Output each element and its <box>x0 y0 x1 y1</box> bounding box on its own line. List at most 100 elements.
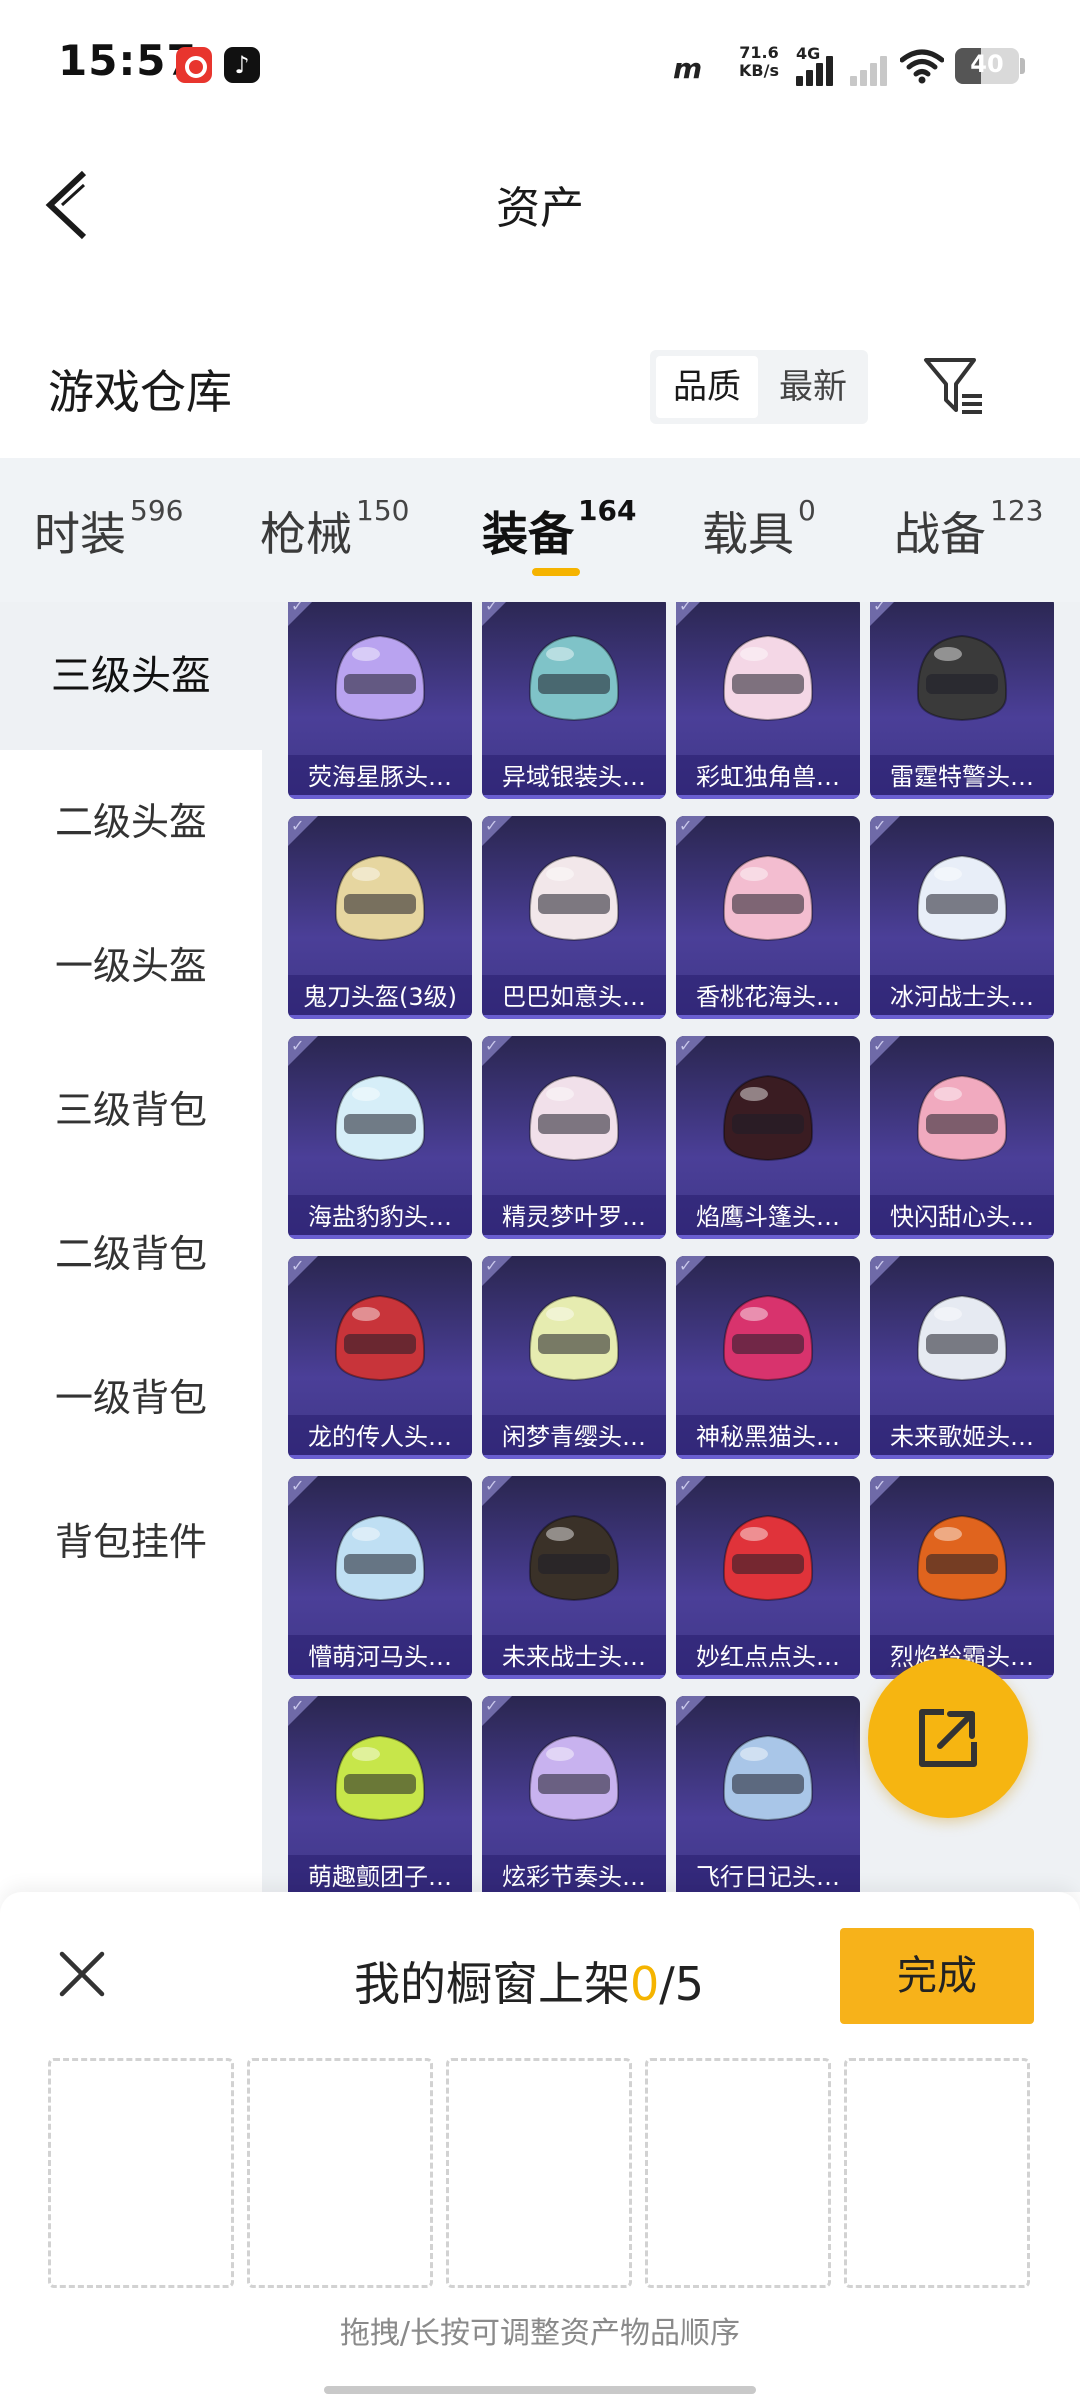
item-rarity-bar <box>288 1675 472 1679</box>
item-card[interactable]: ✓ 鬼刀头盔(3级) <box>288 816 472 1019</box>
tab-count: 0 <box>798 494 816 527</box>
showcase-slot[interactable] <box>645 2058 831 2288</box>
checkmark-icon[interactable]: ✓ <box>485 602 498 615</box>
close-icon[interactable] <box>56 1948 108 2000</box>
item-name: 香桃花海头… <box>676 975 860 1019</box>
checkmark-icon[interactable]: ✓ <box>485 1036 498 1055</box>
tab-label: 时装 <box>34 507 126 561</box>
sidebar-item-level2-backpack[interactable]: 二级背包 <box>0 1182 262 1326</box>
item-card[interactable]: ✓ 懵萌河马头… <box>288 1476 472 1679</box>
item-name: 妙红点点头… <box>676 1635 860 1679</box>
item-card[interactable]: ✓ 雷霆特警头… <box>870 602 1054 799</box>
checkmark-icon[interactable]: ✓ <box>679 1256 692 1275</box>
item-name: 精灵梦叶罗… <box>482 1195 666 1239</box>
item-card[interactable]: ✓ 精灵梦叶罗… <box>482 1036 666 1239</box>
tab-weapons[interactable]: 枪械 150 <box>260 494 409 564</box>
checkmark-icon[interactable]: ✓ <box>873 1036 886 1055</box>
checkmark-icon[interactable]: ✓ <box>291 1256 304 1275</box>
sidebar-item-level1-backpack[interactable]: 一级背包 <box>0 1326 262 1470</box>
checkmark-icon[interactable]: ✓ <box>679 602 692 615</box>
item-card[interactable]: ✓ 神秘黑猫头… <box>676 1256 860 1459</box>
item-card[interactable]: ✓ 快闪甜心头… <box>870 1036 1054 1239</box>
share-button[interactable] <box>868 1658 1028 1818</box>
checkmark-icon[interactable]: ✓ <box>485 1696 498 1715</box>
item-name: 懵萌河马头… <box>288 1635 472 1679</box>
tab-count: 596 <box>130 494 184 527</box>
checkmark-icon[interactable]: ✓ <box>291 1476 304 1495</box>
item-card[interactable]: ✓ 炫彩节奏头… <box>482 1696 666 1892</box>
item-card[interactable]: ✓ 海盐豹豹头… <box>288 1036 472 1239</box>
checkmark-icon[interactable]: ✓ <box>291 602 304 615</box>
item-rarity-bar <box>676 1455 860 1459</box>
item-card[interactable]: ✓ 彩虹独角兽… <box>676 602 860 799</box>
done-button[interactable]: 完成 <box>840 1928 1034 2024</box>
item-name: 鬼刀头盔(3级) <box>288 975 472 1019</box>
checkmark-icon[interactable]: ✓ <box>291 1696 304 1715</box>
checkmark-icon[interactable]: ✓ <box>873 1476 886 1495</box>
helmet-icon <box>722 854 814 942</box>
showcase-slot[interactable] <box>446 2058 632 2288</box>
item-name: 冰河战士头… <box>870 975 1054 1019</box>
item-rarity-bar <box>870 795 1054 799</box>
network-speed: 71.6 KB/s <box>734 44 784 80</box>
checkmark-icon[interactable]: ✓ <box>873 816 886 835</box>
sidebar-item-level1-helmet[interactable]: 一级头盔 <box>0 894 262 1038</box>
item-rarity-bar <box>870 1455 1054 1459</box>
home-indicator[interactable] <box>324 2386 756 2394</box>
signal-secondary-icon <box>850 54 890 86</box>
sidebar-item-backpack-charm[interactable]: 背包挂件 <box>0 1470 262 1614</box>
sidebar-item-level3-helmet[interactable]: 三级头盔 <box>0 602 262 750</box>
checkmark-icon[interactable]: ✓ <box>679 1476 692 1495</box>
battery-cap <box>1020 58 1025 74</box>
item-card[interactable]: ✓ 闲梦青缨头… <box>482 1256 666 1459</box>
showcase-slot[interactable] <box>48 2058 234 2288</box>
item-card[interactable]: ✓ 妙红点点头… <box>676 1476 860 1679</box>
checkmark-icon[interactable]: ✓ <box>873 602 886 615</box>
tab-equipment[interactable]: 装备 164 <box>482 494 636 564</box>
item-card[interactable]: ✓ 飞行日记头… <box>676 1696 860 1892</box>
checkmark-icon[interactable]: ✓ <box>485 1256 498 1275</box>
showcase-slot[interactable] <box>247 2058 433 2288</box>
sort-quality-button[interactable]: 品质 <box>656 356 758 418</box>
item-card[interactable]: ✓ 异域银装头… <box>482 602 666 799</box>
item-rarity-bar <box>482 1015 666 1019</box>
item-name: 异域银装头… <box>482 755 666 799</box>
checkmark-icon[interactable]: ✓ <box>679 1696 692 1715</box>
sort-newest-button[interactable]: 最新 <box>762 356 864 418</box>
helmet-icon <box>916 634 1008 722</box>
item-card[interactable]: ✓ 巴巴如意头… <box>482 816 666 1019</box>
checkmark-icon[interactable]: ✓ <box>291 1036 304 1055</box>
filter-icon[interactable] <box>922 354 986 418</box>
item-name: 未来歌姬头… <box>870 1415 1054 1459</box>
checkmark-icon[interactable]: ✓ <box>679 1036 692 1055</box>
tab-vehicles[interactable]: 载具 0 <box>702 494 816 564</box>
tab-fashion[interactable]: 时装 596 <box>34 494 183 564</box>
checkmark-icon[interactable]: ✓ <box>485 816 498 835</box>
tab-gear[interactable]: 战备 123 <box>894 494 1043 564</box>
showcase-count-total: /5 <box>659 1957 705 2011</box>
sidebar-item-level3-backpack[interactable]: 三级背包 <box>0 1038 262 1182</box>
item-rarity-bar <box>870 1235 1054 1239</box>
item-card[interactable]: ✓ 冰河战士头… <box>870 816 1054 1019</box>
showcase-count-current: 0 <box>630 1957 660 2011</box>
checkmark-icon[interactable]: ✓ <box>873 1256 886 1275</box>
checkmark-icon[interactable]: ✓ <box>679 816 692 835</box>
checkmark-icon[interactable]: ✓ <box>485 1476 498 1495</box>
item-rarity-bar <box>482 1455 666 1459</box>
item-card[interactable]: ✓ 烈焰羚霸头… <box>870 1476 1054 1679</box>
item-name: 神秘黑猫头… <box>676 1415 860 1459</box>
item-card[interactable]: ✓ 未来战士头… <box>482 1476 666 1679</box>
item-card[interactable]: ✓ 未来歌姬头… <box>870 1256 1054 1459</box>
item-card[interactable]: ✓ 萌趣颤团子… <box>288 1696 472 1892</box>
item-rarity-bar <box>482 1235 666 1239</box>
item-card[interactable]: ✓ 香桃花海头… <box>676 816 860 1019</box>
sidebar-item-level2-helmet[interactable]: 二级头盔 <box>0 750 262 894</box>
checkmark-icon[interactable]: ✓ <box>291 816 304 835</box>
item-card[interactable]: ✓ 龙的传人头… <box>288 1256 472 1459</box>
item-rarity-bar <box>482 1675 666 1679</box>
item-card[interactable]: ✓ 焰鹰斗篷头… <box>676 1036 860 1239</box>
page-title: 资产 <box>496 183 584 234</box>
wifi-icon <box>900 49 944 84</box>
showcase-slot[interactable] <box>844 2058 1030 2288</box>
item-card[interactable]: ✓ 荧海星豚头… <box>288 602 472 799</box>
